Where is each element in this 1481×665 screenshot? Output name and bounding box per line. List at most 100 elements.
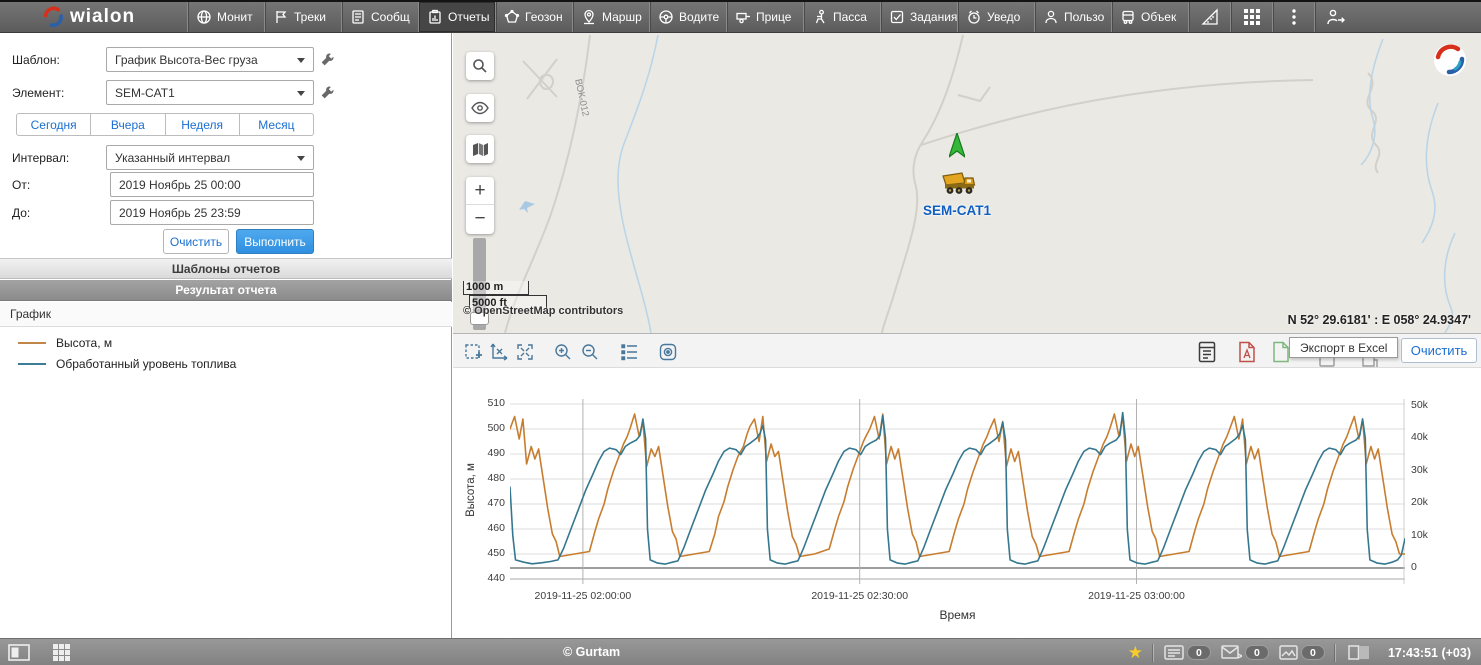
chart-zoom-in-button[interactable]	[551, 340, 575, 364]
zoom-area-button[interactable]	[461, 340, 485, 364]
map-zoom-buttons: + −	[466, 177, 494, 234]
tab-geofences[interactable]: Геозон	[495, 2, 572, 32]
dump-truck-icon[interactable]	[939, 169, 977, 197]
map-attribution: © OpenStreetMap contributors	[463, 305, 623, 317]
tab-monitoring[interactable]: Монит	[187, 2, 264, 32]
left-axis-tick-label: 460	[463, 522, 505, 534]
zoom-out-button[interactable]: −	[466, 205, 494, 233]
apps-button[interactable]	[1230, 2, 1272, 32]
user-exit-icon	[1326, 8, 1346, 26]
range-week-button[interactable]: Неделя	[166, 113, 240, 136]
image-icon	[1279, 645, 1298, 660]
tab-notifications[interactable]: Уведо	[957, 2, 1034, 32]
geofence-icon	[504, 9, 520, 25]
favorites-star-icon[interactable]: ★	[1128, 643, 1143, 663]
template-settings-wrench-icon[interactable]	[320, 52, 335, 67]
more-menu-button[interactable]	[1272, 2, 1314, 32]
tab-users[interactable]: Пользо	[1034, 2, 1111, 32]
section-report-result[interactable]: Результат отчета	[0, 280, 452, 301]
x-axis-zoom-icon	[489, 342, 509, 362]
zoom-x-axis-button[interactable]	[487, 340, 511, 364]
tab-label: Уведо	[987, 10, 1020, 24]
alarm-clock-icon	[966, 9, 982, 25]
interval-label: Интервал:	[12, 151, 69, 165]
reports-counter[interactable]: 0	[1164, 645, 1211, 660]
reset-zoom-button[interactable]	[513, 340, 537, 364]
toggle-sidebar-button[interactable]	[6, 642, 32, 662]
chart-zoom-out-button[interactable]	[578, 340, 602, 364]
tab-reports[interactable]: Отчеты	[418, 2, 495, 32]
chart-area[interactable]: Высота, м Объем, л Время 440450460470480…	[453, 368, 1481, 638]
map-layers-button[interactable]	[466, 135, 494, 163]
map-airfield-symbol	[519, 201, 535, 213]
wialon-logo: wialon	[0, 2, 187, 32]
left-axis-tick-label: 440	[463, 572, 505, 584]
map-search-button[interactable]	[466, 52, 494, 80]
clear-report-button[interactable]: Очистить	[163, 229, 229, 254]
map-visibility-button[interactable]	[466, 94, 494, 122]
tab-jobs[interactable]: Задания	[880, 2, 957, 32]
right-axis-tick-label: 10k	[1411, 529, 1451, 541]
execute-report-button[interactable]: Выполнить	[236, 229, 314, 254]
tab-trailers[interactable]: Прице	[726, 2, 803, 32]
chart-clear-button[interactable]: Очистить	[1401, 338, 1477, 363]
unit-row: Элемент: SEM-CAT1	[0, 80, 452, 106]
tab-passengers[interactable]: Пасса	[803, 2, 880, 32]
interval-select[interactable]: Указанный интервал	[106, 145, 314, 170]
tab-units[interactable]: Объек	[1111, 2, 1188, 32]
reports-count-badge: 0	[1187, 645, 1211, 660]
template-value: График Высота-Вес груза	[115, 53, 258, 67]
route-pin-icon	[581, 9, 597, 25]
messages-counter[interactable]: 0	[1221, 645, 1269, 660]
quick-range-buttons: Сегодня Вчера Неделя Месяц	[16, 113, 314, 136]
tab-drivers[interactable]: Водите	[649, 2, 726, 32]
to-row: До: 2019 Ноябрь 25 23:59	[0, 200, 452, 226]
right-axis-tick-label: 50k	[1411, 399, 1451, 411]
tab-label: Геозон	[525, 10, 563, 24]
map-view[interactable]: ВОК-012 SEM-CAT1	[453, 33, 1481, 333]
tab-tracks[interactable]: Треки	[264, 2, 341, 32]
unit-select[interactable]: SEM-CAT1	[106, 80, 314, 105]
chart-plot[interactable]	[510, 399, 1405, 589]
tools-button[interactable]	[1188, 2, 1230, 32]
wialon-swirl-icon	[42, 6, 64, 28]
range-today-button[interactable]: Сегодня	[16, 113, 91, 136]
result-item-chart[interactable]: График	[0, 302, 452, 327]
export-pdf-button[interactable]	[1235, 340, 1259, 364]
export-excel-tooltip: Экспорт в Excel	[1289, 337, 1398, 358]
media-counter[interactable]: 0	[1279, 645, 1325, 660]
zoom-in-button[interactable]: +	[466, 177, 494, 205]
range-yesterday-button[interactable]: Вчера	[91, 113, 165, 136]
to-date-input[interactable]: 2019 Ноябрь 25 23:59	[110, 200, 314, 225]
tab-routes[interactable]: Маршр	[572, 2, 649, 32]
unit-settings-wrench-icon[interactable]	[320, 85, 335, 100]
interval-value: Указанный интервал	[115, 151, 230, 165]
tab-label: Пасса	[833, 10, 867, 24]
log-button[interactable]	[1346, 643, 1372, 663]
right-axis-tick-label: 40k	[1411, 431, 1451, 443]
tab-label: Водите	[679, 10, 719, 24]
pdf-file-icon	[1237, 341, 1257, 363]
copyright-text: © Gurtam	[563, 645, 620, 659]
bottom-panel-grid-button[interactable]	[48, 642, 74, 662]
statusbar-left-buttons	[6, 642, 74, 662]
template-select[interactable]: График Высота-Вес груза	[106, 47, 314, 72]
document-icon	[350, 9, 366, 25]
section-report-templates[interactable]: Шаблоны отчетов	[0, 258, 452, 279]
tab-messages[interactable]: Сообщ	[341, 2, 418, 32]
chart-legend-button[interactable]	[618, 340, 642, 364]
right-column: ВОК-012 SEM-CAT1	[453, 33, 1481, 638]
legend-list-icon	[620, 342, 640, 362]
expand-icon	[515, 342, 535, 362]
logout-button[interactable]	[1314, 2, 1356, 32]
report-view-button[interactable]	[1195, 340, 1219, 364]
tab-label: Сообщ	[371, 10, 410, 24]
tab-label: Задания	[910, 10, 957, 24]
range-month-button[interactable]: Месяц	[240, 113, 314, 136]
chart-tracking-button[interactable]	[656, 340, 680, 364]
right-axis-tick-label: 20k	[1411, 496, 1451, 508]
bus-icon	[1120, 9, 1136, 25]
unit-marker-label[interactable]: SEM-CAT1	[905, 203, 1009, 218]
from-date-input[interactable]: 2019 Ноябрь 25 00:00	[110, 172, 314, 197]
tab-label: Прице	[756, 10, 791, 24]
